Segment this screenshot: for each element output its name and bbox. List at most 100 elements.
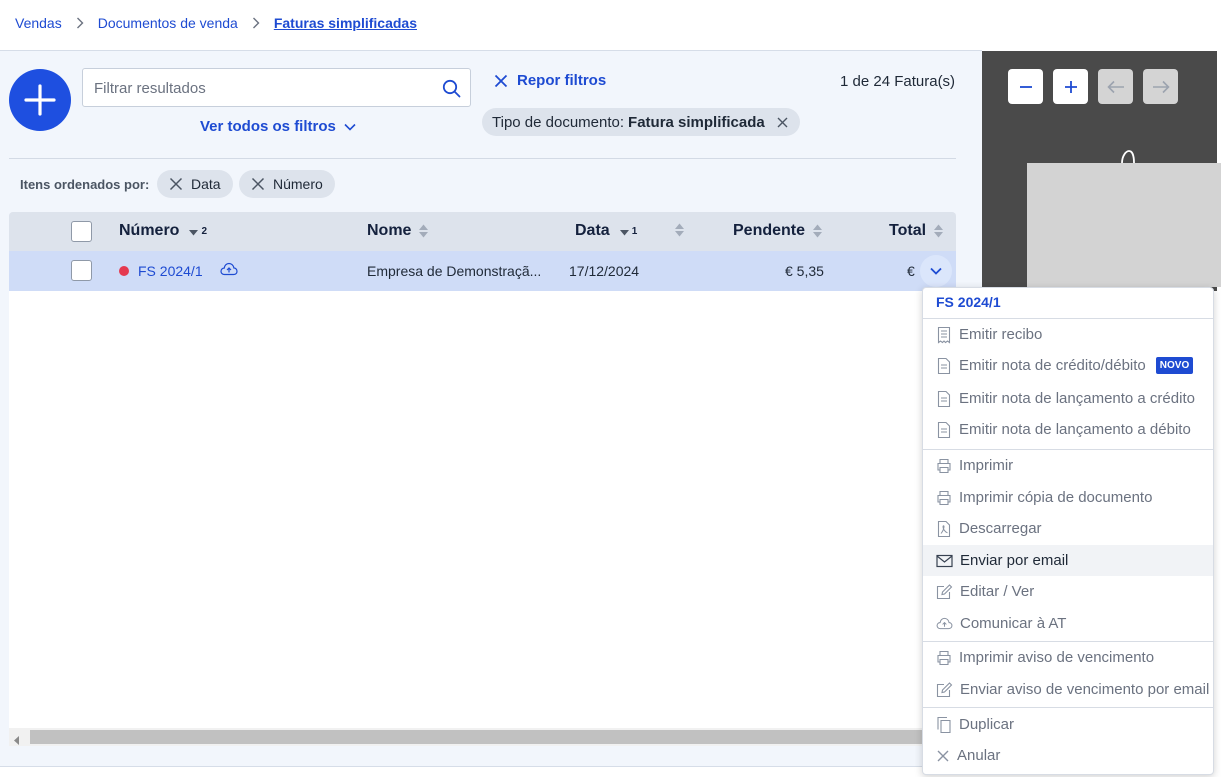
menu-item-descarregar[interactable]: Descarregar <box>923 513 1213 544</box>
close-icon <box>937 750 949 761</box>
previous-page-button[interactable] <box>1098 69 1133 104</box>
search-icon[interactable] <box>442 79 461 103</box>
zoom-out-button[interactable] <box>1008 69 1043 104</box>
breadcrumb-vendas[interactable]: Vendas <box>15 15 62 31</box>
sort-icon[interactable] <box>675 223 684 242</box>
breadcrumb-current[interactable]: Faturas simplificadas <box>274 15 417 31</box>
printer-icon <box>937 490 951 505</box>
table-header: Número 2 Nome Data 1 Pendente Total <box>9 212 956 251</box>
menu-item-nota-credito-debito[interactable]: Emitir nota de crédito/débito NOVO <box>923 350 1213 381</box>
column-total[interactable]: Total <box>889 222 944 240</box>
document-number-link[interactable]: FS 2024/1 <box>138 263 203 279</box>
divider <box>9 158 956 159</box>
printer-icon <box>937 650 951 665</box>
preview-image-placeholder <box>1027 163 1221 287</box>
edit-icon <box>936 583 953 599</box>
chevron-right-icon <box>76 17 84 29</box>
column-numero[interactable]: Número 2 <box>119 222 207 240</box>
new-badge: NOVO <box>1155 357 1194 374</box>
document-icon <box>937 390 951 407</box>
menu-item-enviar-email[interactable]: Enviar por email <box>923 545 1213 576</box>
row-actions-button[interactable] <box>920 255 952 287</box>
menu-item-emitir-recibo[interactable]: Emitir recibo <box>923 319 1213 350</box>
filter-label: Tipo de documento: <box>492 113 625 131</box>
menu-item-comunicar-at[interactable]: Comunicar à AT <box>923 608 1213 639</box>
chevron-down-icon <box>344 123 356 131</box>
row-checkbox[interactable] <box>71 260 92 281</box>
all-filters-button[interactable]: Ver todos os filtros <box>200 118 356 135</box>
minus-icon <box>1019 85 1032 88</box>
menu-item-duplicar[interactable]: Duplicar <box>923 709 1213 740</box>
reset-filters-button[interactable]: Repor filtros <box>494 72 606 89</box>
close-icon <box>494 74 508 87</box>
column-label: Número <box>119 222 180 239</box>
menu-title: FS 2024/1 <box>936 294 1001 310</box>
plus-icon <box>1064 80 1077 93</box>
receipt-icon <box>937 326 951 344</box>
row-actions-menu: FS 2024/1 Emitir recibo Emitir nota de c… <box>922 287 1214 775</box>
main-panel: Ver todos os filtros Repor filtros 1 de … <box>0 51 982 766</box>
sort-desc-icon <box>189 230 199 236</box>
column-nome[interactable]: Nome <box>367 222 429 240</box>
sort-chip-label: Número <box>273 176 323 192</box>
menu-item-lancamento-debito[interactable]: Emitir nota de lançamento a débito <box>923 414 1213 445</box>
chevron-down-icon <box>930 267 942 275</box>
sort-icon <box>419 224 429 238</box>
search-box <box>82 68 471 107</box>
sort-chip-data[interactable]: Data <box>157 170 233 198</box>
menu-item-enviar-aviso-email[interactable]: Enviar aviso de vencimento por email <box>923 674 1213 705</box>
menu-item-lancamento-credito[interactable]: Emitir nota de lançamento a crédito <box>923 383 1213 414</box>
status-dot <box>119 266 129 276</box>
menu-item-editar-ver[interactable]: Editar / Ver <box>923 576 1213 607</box>
column-pendente[interactable]: Pendente <box>733 222 823 240</box>
breadcrumb: Vendas Documentos de venda Faturas simpl… <box>15 14 417 32</box>
document-date: 17/12/2024 <box>569 263 640 279</box>
column-label: Total <box>889 222 927 239</box>
next-page-button[interactable] <box>1143 69 1178 104</box>
filter-value: Fatura simplificada <box>628 113 765 131</box>
column-label: Data <box>575 222 610 239</box>
add-document-button[interactable] <box>9 69 71 131</box>
menu-item-anular[interactable]: Anular <box>923 740 1213 771</box>
arrow-left-icon <box>1106 80 1124 93</box>
remove-filter-icon[interactable] <box>777 117 788 128</box>
column-label: Pendente <box>733 222 806 239</box>
sort-order: 2 <box>201 225 208 237</box>
pdf-file-icon <box>937 520 951 537</box>
cloud-upload-icon[interactable] <box>220 262 238 279</box>
active-filter-chip: Tipo de documento: Fatura simplificada <box>482 108 800 136</box>
menu-item-imprimir[interactable]: Imprimir <box>923 450 1213 481</box>
sort-chip-numero[interactable]: Número <box>239 170 335 198</box>
customer-name: Empresa de Demonstraçã... <box>367 263 542 279</box>
reset-filters-label: Repor filtros <box>517 72 607 89</box>
column-label: Nome <box>367 222 412 239</box>
scrollbar-thumb[interactable] <box>30 730 935 744</box>
search-input[interactable] <box>94 77 434 99</box>
divider <box>923 707 1213 708</box>
sort-icon <box>813 224 823 238</box>
menu-item-imprimir-copia[interactable]: Imprimir cópia de documento <box>923 482 1213 513</box>
arrow-right-icon <box>1152 80 1170 93</box>
breadcrumb-documentos-de-venda[interactable]: Documentos de venda <box>98 15 238 31</box>
select-all-checkbox[interactable] <box>71 221 92 242</box>
table-row[interactable]: FS 2024/1 Empresa de Demonstraçã... 17/1… <box>9 251 956 291</box>
sorted-by-label: Itens ordenados por: <box>20 177 150 192</box>
close-icon <box>251 177 265 191</box>
result-count: 1 de 24 Fatura(s) <box>840 73 956 90</box>
email-icon <box>936 554 953 567</box>
footer-strip <box>0 766 982 777</box>
total-amount: € <box>907 263 915 279</box>
column-data[interactable]: Data 1 <box>575 222 637 240</box>
edit-icon <box>936 681 953 697</box>
all-filters-label: Ver todos os filtros <box>200 118 336 135</box>
table-body <box>9 291 956 728</box>
logo-placeholder-icon <box>1121 150 1135 164</box>
copy-icon <box>937 716 951 733</box>
chevron-right-icon <box>252 17 260 29</box>
pending-amount: € 5,35 <box>785 263 824 279</box>
scroll-left-icon[interactable] <box>14 732 20 750</box>
menu-item-imprimir-aviso[interactable]: Imprimir aviso de vencimento <box>923 642 1213 673</box>
zoom-in-button[interactable] <box>1053 69 1088 104</box>
horizontal-scrollbar[interactable] <box>9 728 956 746</box>
sort-desc-icon <box>619 230 629 236</box>
